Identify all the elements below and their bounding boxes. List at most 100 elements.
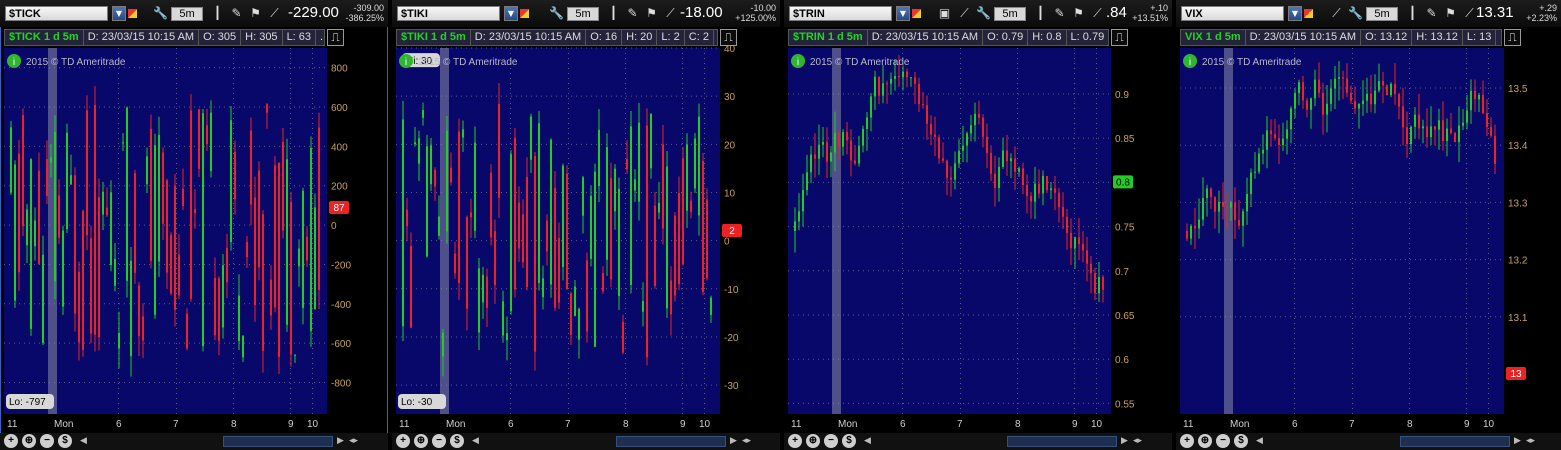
link-color-icon[interactable] [912, 9, 921, 18]
dollar-icon[interactable]: $ [842, 434, 856, 448]
link-color-icon[interactable] [520, 9, 529, 18]
study-icon[interactable]: ⟋ [1089, 5, 1106, 22]
symbol-input[interactable]: VIX [1181, 6, 1284, 21]
zoom-out-icon[interactable]: − [432, 434, 446, 448]
time-scrollbar[interactable] [1007, 436, 1117, 447]
drawing-toggle-icon[interactable]: + [788, 434, 802, 448]
more-icon[interactable]: ... [714, 30, 717, 45]
scroll-left-icon[interactable]: ◀ [864, 435, 871, 447]
scroll-left-icon[interactable]: ◀ [1256, 435, 1263, 447]
scroll-left-icon[interactable]: ◀ [472, 435, 479, 447]
study-icon[interactable]: ⟋ [266, 5, 283, 22]
candle-body [1338, 77, 1340, 79]
symbol-dropdown-icon[interactable]: ▼ [112, 6, 126, 21]
expand-icon[interactable]: ◂▸ [1133, 435, 1142, 447]
wrench-icon[interactable]: 🔧 [1347, 5, 1364, 22]
y-tick-label: -10 [724, 285, 739, 296]
scroll-right-icon[interactable]: ▶ [730, 435, 737, 447]
candle-body [1474, 90, 1476, 100]
symbol-dropdown-icon[interactable]: ▼ [1288, 6, 1302, 21]
chart-plot-area[interactable]: 0.90.850.80.750.70.650.60.550.8i2015 © T… [788, 48, 1135, 430]
symbol-input[interactable]: $TIKI [397, 6, 500, 21]
header-date: D: 23/03/15 10:15 AM [1246, 30, 1362, 45]
pencil-icon[interactable]: ✎ [1051, 5, 1068, 22]
time-scrollbar[interactable] [616, 436, 726, 447]
dollar-icon[interactable]: $ [58, 434, 72, 448]
timeframe-button[interactable]: 5m [1366, 7, 1398, 21]
image-icon[interactable]: ▣ [936, 5, 953, 22]
drawing-icon[interactable]: ⟋ [1328, 5, 1345, 22]
candle-icon[interactable]: ┃ [605, 5, 622, 22]
more-icon[interactable]: ... [316, 30, 324, 45]
chart-style-icon[interactable]: ⎍ [1504, 29, 1521, 46]
expand-icon[interactable]: ◂▸ [349, 435, 358, 447]
wrench-icon[interactable]: 🔧 [152, 5, 169, 22]
timeframe-button[interactable]: 5m [171, 7, 203, 21]
chart-style-icon[interactable]: ⎍ [327, 29, 344, 46]
candle-body [166, 180, 168, 273]
wrench-icon[interactable]: 🔧 [975, 5, 992, 22]
drawing-toggle-icon[interactable]: + [1180, 434, 1194, 448]
more-icon[interactable]: ... [1496, 30, 1501, 45]
zoom-out-icon[interactable]: − [824, 434, 838, 448]
symbol-dropdown-icon[interactable]: ▼ [504, 6, 518, 21]
drawing-toggle-icon[interactable]: + [396, 434, 410, 448]
candle-body [218, 278, 220, 341]
zoom-in-icon[interactable]: ⊕ [22, 434, 36, 448]
dollar-icon[interactable]: $ [1234, 434, 1248, 448]
timeframe-button[interactable]: 5m [567, 7, 599, 21]
candle-body [1278, 138, 1280, 145]
symbol-dropdown-icon[interactable]: ▼ [896, 6, 910, 21]
symbol-input[interactable]: $TRIN [789, 6, 892, 21]
symbol-input[interactable]: $TICK [5, 6, 108, 21]
flag-icon[interactable]: ⚑ [247, 5, 264, 22]
zoom-in-icon[interactable]: ⊕ [414, 434, 428, 448]
candle-body [598, 129, 600, 187]
wrench-icon[interactable]: 🔧 [548, 5, 565, 22]
chart-plot-area[interactable]: 800 600 400 200 0 -200 -400 -600 -800 87 Lo: -797 i… [4, 48, 351, 430]
candle-body [122, 142, 124, 144]
time-scrollbar[interactable] [223, 436, 333, 447]
flag-icon[interactable]: ⚑ [643, 5, 660, 22]
zoom-in-icon[interactable]: ⊕ [1198, 434, 1212, 448]
chart-style-icon[interactable]: ⎍ [1111, 29, 1128, 46]
candle-body [574, 286, 576, 316]
link-color-icon[interactable] [1304, 9, 1313, 18]
scroll-right-icon[interactable]: ▶ [337, 435, 344, 447]
candle-body [830, 152, 832, 162]
drawing-icon[interactable]: ⟋ [956, 5, 973, 22]
pencil-icon[interactable]: ✎ [228, 5, 245, 22]
candle-body [266, 104, 268, 113]
x-tick-label: 6 [1292, 419, 1298, 430]
scroll-right-icon[interactable]: ▶ [1121, 435, 1128, 447]
scroll-left-icon[interactable]: ◀ [80, 435, 87, 447]
zoom-out-icon[interactable]: − [40, 434, 54, 448]
zoom-in-icon[interactable]: ⊕ [806, 434, 820, 448]
candle-icon[interactable]: ┃ [1032, 5, 1049, 22]
flag-icon[interactable]: ⚑ [1070, 5, 1087, 22]
y-tick-label: -400 [331, 300, 351, 311]
study-icon[interactable]: ⟋ [662, 5, 679, 22]
chart-plot-area[interactable]: 40 30 20 10 0 -10 -20 -30 2 Hi: 30 Lo: -30 i 2015 © … [396, 44, 742, 430]
scroll-right-icon[interactable]: ▶ [1514, 435, 1521, 447]
link-color-icon[interactable] [128, 9, 137, 18]
session-start-band [1224, 48, 1233, 414]
zoom-out-icon[interactable]: − [1216, 434, 1230, 448]
candle-body [998, 166, 1000, 189]
flag-icon[interactable]: ⚑ [1442, 5, 1459, 22]
dollar-icon[interactable]: $ [450, 434, 464, 448]
candle-body [194, 209, 196, 213]
time-scrollbar[interactable] [1400, 436, 1510, 447]
timeframe-button[interactable]: 5m [994, 7, 1026, 21]
expand-icon[interactable]: ◂▸ [742, 435, 751, 447]
pencil-icon[interactable]: ✎ [624, 5, 641, 22]
candle-icon[interactable]: ┃ [209, 5, 226, 22]
candle-body [1294, 93, 1296, 109]
drawing-toggle-icon[interactable]: + [4, 434, 18, 448]
candle-body [1370, 93, 1372, 105]
chart-plot-area[interactable]: 13.5 13.4 13.3 13.2 13.1 13 i 2015 © TD Ameritr… [1180, 48, 1528, 430]
candle-body [102, 191, 104, 215]
expand-icon[interactable]: ◂▸ [1526, 435, 1535, 447]
pencil-icon[interactable]: ✎ [1423, 5, 1440, 22]
candle-icon[interactable]: ┃ [1404, 5, 1421, 22]
